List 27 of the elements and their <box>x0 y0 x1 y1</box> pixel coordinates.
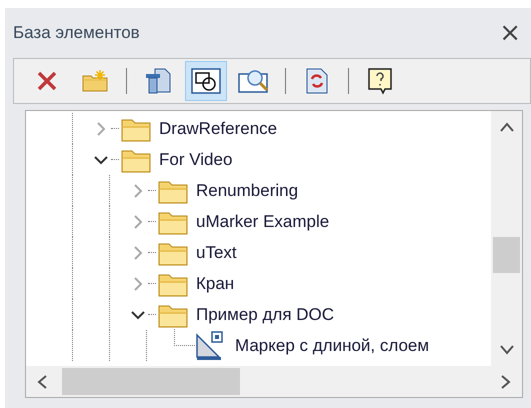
scroll-thumb[interactable] <box>493 237 520 273</box>
tree-item[interactable]: DrawReference <box>159 118 278 138</box>
scroll-right-icon[interactable] <box>500 374 512 390</box>
scroll-down-icon[interactable] <box>498 344 514 356</box>
triangle-ruler-icon <box>195 330 225 360</box>
shapes-icon <box>191 68 221 94</box>
tree-item[interactable]: Кран <box>196 274 234 294</box>
new-folder-icon <box>81 69 109 93</box>
tree-item[interactable]: Renumbering <box>196 180 298 200</box>
document-icon <box>144 67 172 95</box>
tree-item[interactable]: uMarker Example <box>196 212 330 232</box>
tree-item[interactable]: Маркер с длиной, слоем <box>235 336 430 356</box>
scroll-thumb[interactable] <box>62 368 240 395</box>
delete-icon <box>35 69 59 93</box>
horizontal-scrollbar[interactable] <box>26 366 522 397</box>
refresh-icon <box>305 67 329 95</box>
close-button[interactable]: × <box>495 20 525 46</box>
panel-title: База элементов <box>13 23 140 43</box>
scroll-left-icon[interactable] <box>36 374 48 390</box>
magnifier-icon <box>238 68 270 94</box>
tree-item[interactable]: uText <box>196 242 237 262</box>
vertical-scrollbar[interactable] <box>491 111 522 366</box>
scroll-up-icon[interactable] <box>498 121 514 133</box>
help-icon <box>367 67 393 95</box>
tree-item[interactable]: For Video <box>159 150 232 170</box>
tree-item[interactable]: Пример для DOC <box>196 304 334 324</box>
shapes-button[interactable] <box>185 61 227 101</box>
